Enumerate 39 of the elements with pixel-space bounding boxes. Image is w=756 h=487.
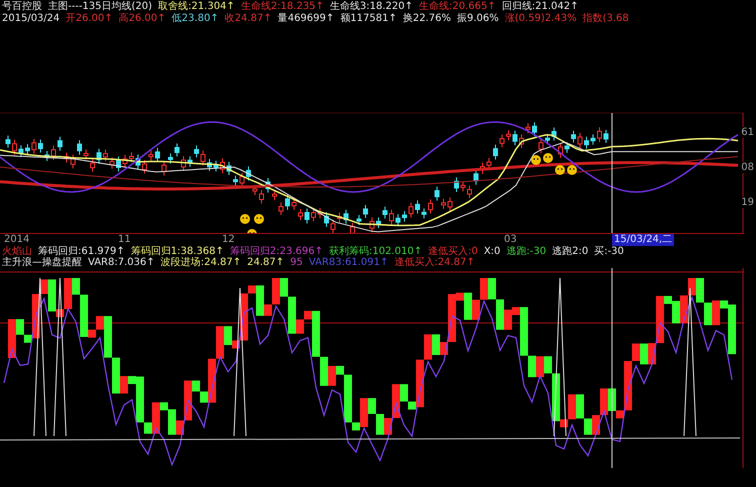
indicator-value: 获利筹码:102.010↑ [328, 246, 422, 257]
indicator-value: 换22.76% [402, 13, 451, 25]
date-axis-label: 03 [504, 234, 517, 246]
indicator-value: 逢低买入:24.87↑ [394, 257, 475, 268]
indicator-value: 量469699↑ [278, 13, 334, 25]
indicator-value: VAR8:7.036↑ [88, 257, 155, 268]
cursor-date-label: 15/03/24,二 [612, 234, 674, 246]
date-axis-label: 11 [118, 234, 131, 246]
price-axis-label: 19 [741, 197, 754, 208]
indicator-value: 筹码回归:61.979↑ [38, 246, 125, 257]
stock-name: 号百控股 [2, 1, 42, 13]
indicator-value: 95 [290, 257, 303, 268]
price-axis-label: 08 [741, 162, 754, 173]
indicator-value: 指数(3.68 [582, 13, 629, 25]
indicator-value: 生命线2:18.235↑ [240, 1, 324, 13]
date-axis-label: 12 [222, 234, 235, 246]
indicator-value: 低23.80↑ [172, 13, 219, 25]
indicator-value: 筹码回归2:23.696↑ [230, 246, 323, 257]
date-axis-label: 2014 [4, 234, 30, 246]
price-axis-label: 61 [741, 127, 754, 138]
indicator-value: 逢低买入:0 [428, 246, 478, 257]
indicator-value: 生命线:20.665↑ [419, 1, 496, 13]
indicator-value: 买:-30 [594, 246, 624, 257]
indicator-value: X:0 [484, 246, 500, 257]
indicator-value: 回归线:21.042↑ [502, 1, 579, 13]
indicator-value: 逃跑:-30 [506, 246, 546, 257]
indicator-value: 生命线3:18.220↑ [330, 1, 414, 13]
indicator-value: 涨(0.59)2.43% [504, 13, 577, 25]
indicator-value: 开26.00↑ [66, 13, 113, 25]
indicator-value: 2015/03/24 [2, 13, 60, 25]
indicator-value: 收24.87↑ [224, 13, 272, 25]
indicator-value: 逃跑2:0 [552, 246, 588, 257]
indicator-value: 振9.06% [456, 13, 499, 25]
indicator-value: 波段进场:24.87↑ [160, 257, 242, 268]
indicator-value: 火焰山 [2, 246, 32, 257]
indicator-value: 取舍线:21.304↑ [158, 1, 235, 13]
indicator-value: 24.87↑ [247, 257, 284, 268]
indicator-value: 筹码回归1:38.368↑ [130, 246, 224, 257]
indicator-value: VAR83:61.091↑ [308, 257, 388, 268]
